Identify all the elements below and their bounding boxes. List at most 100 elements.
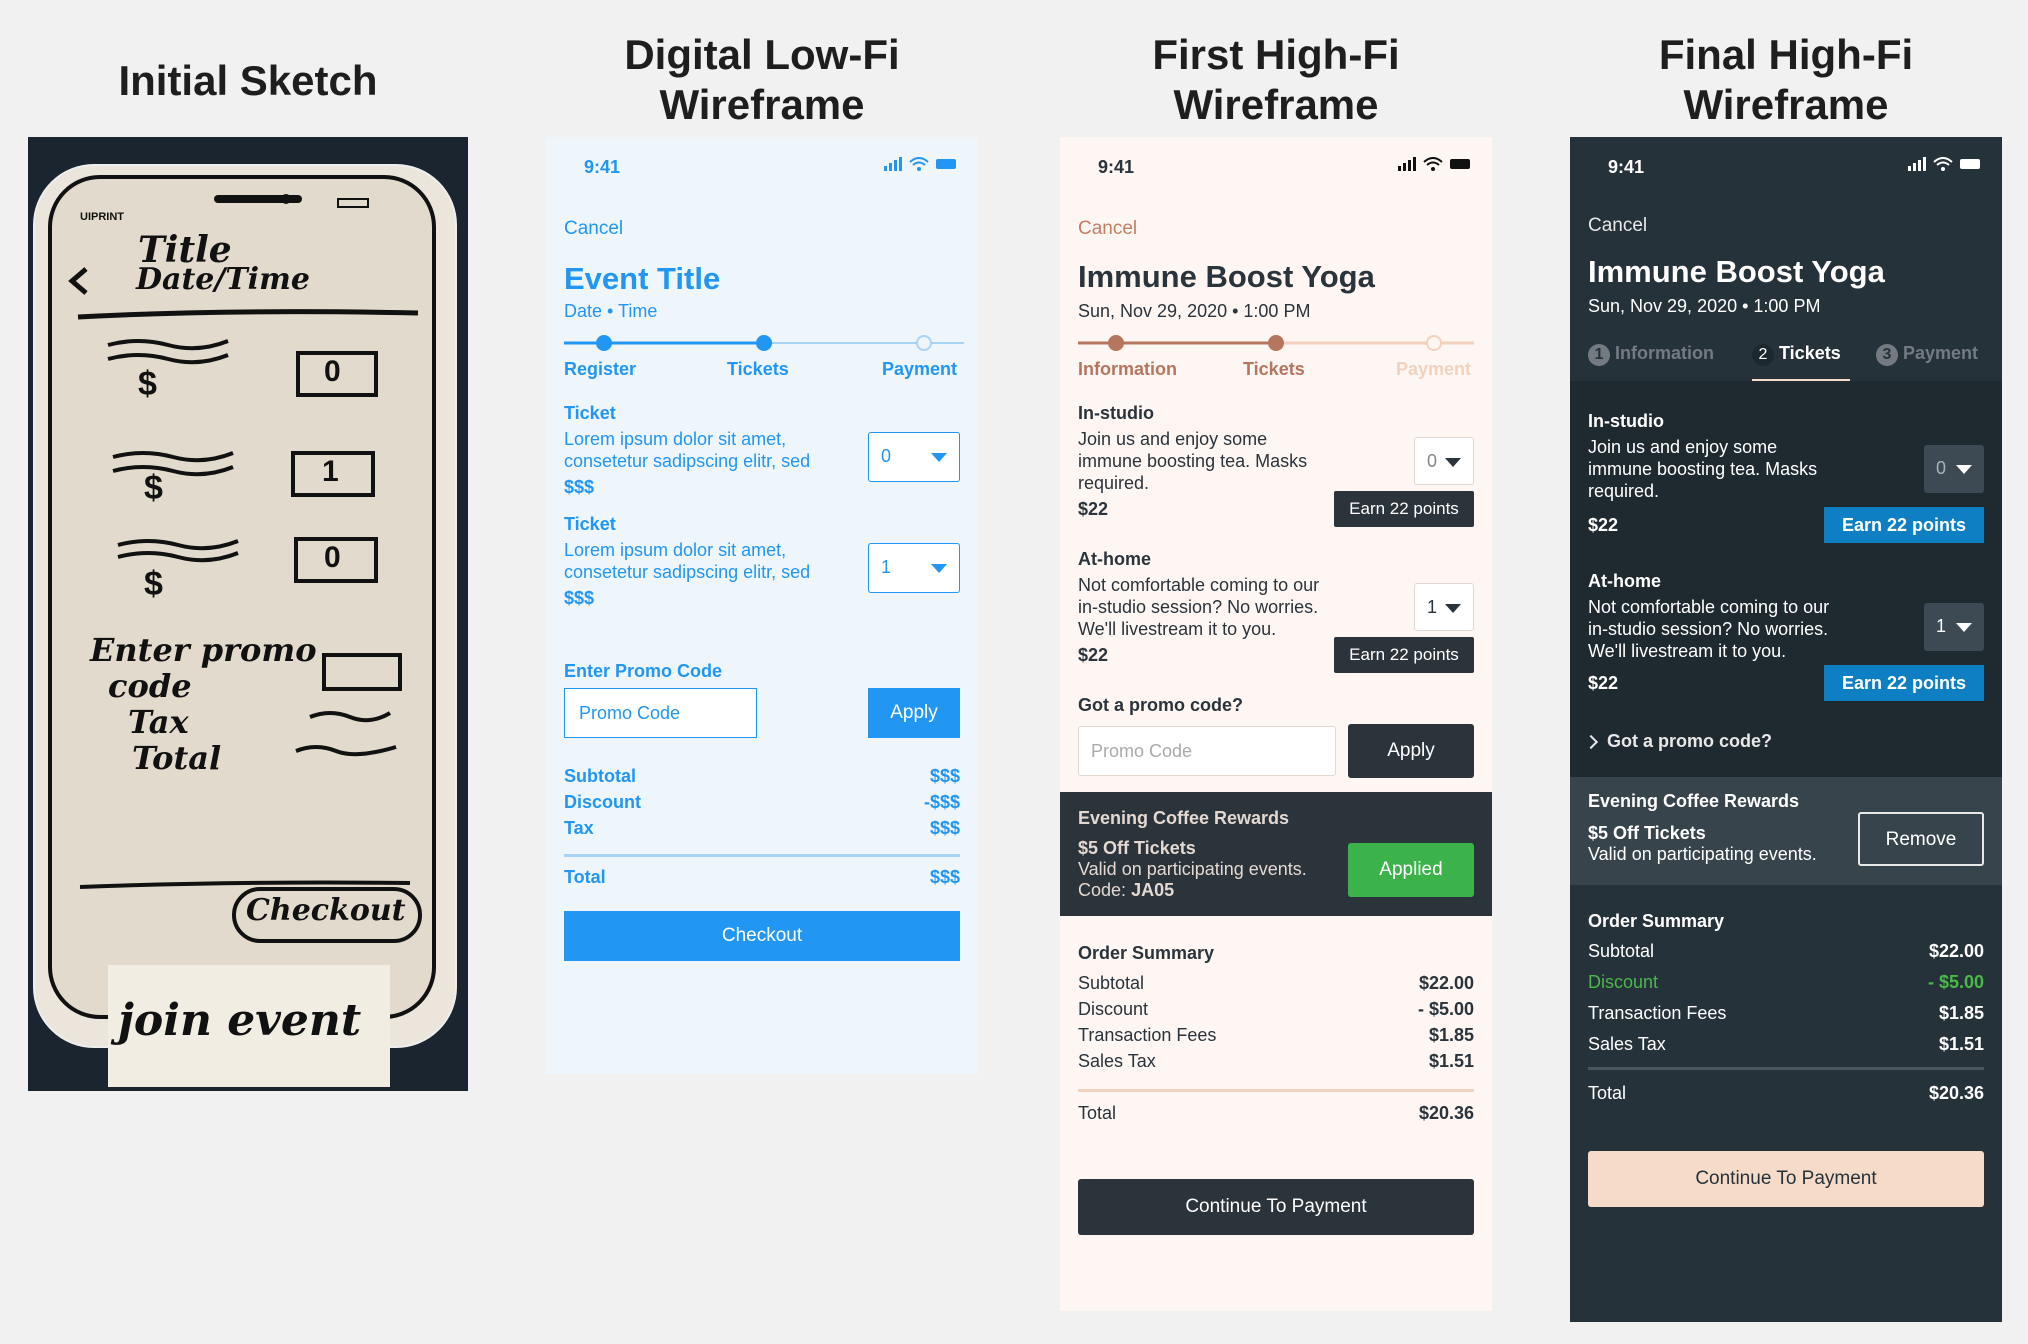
ticket-2-quantity-select[interactable]: 1 bbox=[1414, 583, 1474, 631]
initial-sketch-photo: UIPRINT Title Date/Time $ 0 $ 1 $ 0 Ente… bbox=[28, 137, 468, 1091]
reward-code-value: JA05 bbox=[1131, 880, 1175, 900]
ticket-2-points-badge: Earn 22 points bbox=[1824, 665, 1984, 701]
ticket-2-desc-3: We'll livestream it to you. bbox=[1588, 641, 1787, 661]
promo-input[interactable]: Promo Code bbox=[564, 688, 757, 738]
apply-button[interactable]: Apply bbox=[868, 688, 960, 738]
status-icons bbox=[1398, 157, 1472, 171]
heading-lofi: Digital Low-Fi Wireframe bbox=[546, 30, 978, 130]
ticket-1-price: $22 bbox=[1078, 499, 1109, 519]
promo-input-placeholder: Promo Code bbox=[1091, 741, 1193, 761]
promo-toggle[interactable]: Got a promo code? bbox=[1583, 731, 1772, 752]
sketch-price-2: $ bbox=[144, 469, 163, 507]
total-label: Total bbox=[1588, 1083, 1627, 1103]
tab-label: Information bbox=[1615, 343, 1715, 363]
step-register[interactable]: Register bbox=[564, 359, 636, 380]
ticket-1-desc-3: required. bbox=[1078, 473, 1150, 493]
step-payment[interactable]: Payment bbox=[1396, 359, 1471, 380]
continue-to-payment-button[interactable]: Continue To Payment bbox=[1078, 1179, 1474, 1235]
order-summary: Subtotal $22.00 Discount - $5.00 Transacti… bbox=[1078, 973, 1474, 1079]
page-subtitle: Date • Time bbox=[564, 301, 658, 321]
sketch-price-3: $ bbox=[144, 565, 163, 603]
step-tickets[interactable]: Tickets bbox=[727, 359, 789, 380]
signal-wifi-battery-icon bbox=[1908, 157, 1980, 171]
summary-row: Sales Tax $1.51 bbox=[1078, 1051, 1474, 1077]
total-label: Total bbox=[564, 867, 606, 887]
cancel-link[interactable]: Cancel bbox=[1078, 218, 1137, 240]
summary-label: Subtotal bbox=[564, 766, 636, 786]
ticket-1-name: Ticket bbox=[564, 403, 616, 423]
tab-tickets[interactable]: 2 Tickets bbox=[1752, 343, 1841, 373]
sketch-datetime: Date/Time bbox=[136, 262, 310, 297]
cancel-link[interactable]: Cancel bbox=[564, 218, 623, 240]
ticket-2-name: At-home bbox=[1078, 549, 1151, 569]
applied-button[interactable]: Applied bbox=[1348, 843, 1474, 897]
ticket-1-name: In-studio bbox=[1588, 411, 1664, 431]
ticket-1-quantity-value: 0 bbox=[1936, 458, 1947, 478]
summary-value: $1.51 bbox=[1428, 1051, 1474, 1071]
summary-divider bbox=[1078, 1089, 1474, 1092]
heading-hifi1-line2: Wireframe bbox=[1173, 81, 1379, 128]
summary-value: $1.85 bbox=[1428, 1025, 1474, 1045]
reward-title: Evening Coffee Rewards bbox=[1588, 791, 1800, 811]
chevron-down-icon bbox=[1445, 458, 1461, 467]
page-subtitle: Sun, Nov 29, 2020 • 1:00 PM bbox=[1078, 301, 1311, 321]
ticket-1-quantity-select[interactable]: 0 bbox=[1924, 445, 1984, 493]
step-information[interactable]: Information bbox=[1078, 359, 1177, 380]
summary-value: - $5.00 bbox=[1417, 999, 1474, 1019]
remove-button[interactable]: Remove bbox=[1858, 812, 1984, 866]
summary-value: $22.00 bbox=[1928, 941, 1984, 961]
heading-hifi1: First High-Fi Wireframe bbox=[1060, 30, 1492, 130]
order-summary-title: Order Summary bbox=[1588, 911, 1725, 931]
sketch-qty-1: 0 bbox=[324, 355, 341, 388]
sketch-promo-line1: Enter promo bbox=[90, 631, 317, 669]
ticket-2-quantity-value: 1 bbox=[1936, 616, 1947, 636]
status-icons bbox=[1908, 157, 1982, 171]
promo-label: Got a promo code? bbox=[1078, 695, 1244, 715]
promo-label: Enter Promo Code bbox=[564, 661, 723, 681]
ticket-2-quantity-select[interactable]: 1 bbox=[1924, 603, 1984, 651]
tab-payment[interactable]: 3 Payment bbox=[1876, 343, 1978, 373]
hifi1-screen: 9:41 Cancel Immune Boost Yoga Sun, Nov 2… bbox=[1060, 137, 1492, 1311]
ticket-1-quantity-select[interactable]: 0 bbox=[1414, 437, 1474, 485]
ticket-2-points-badge: Earn 22 points bbox=[1334, 637, 1474, 673]
ticket-2-desc-2: consetetur sadipscing elitr, sed bbox=[564, 562, 811, 582]
tab-label: Tickets bbox=[1779, 343, 1841, 363]
step-number-badge: 1 bbox=[1588, 344, 1610, 366]
ticket-1-points-badge: Earn 22 points bbox=[1824, 507, 1984, 543]
hifi2-status-bar: 9:41 bbox=[1570, 137, 2002, 197]
summary-value: -$$$ bbox=[923, 792, 960, 812]
total-row: Total $20.36 bbox=[1078, 1103, 1474, 1129]
cancel-link[interactable]: Cancel bbox=[1588, 215, 1647, 237]
ticket-1-price: $$$ bbox=[564, 477, 595, 497]
status-time: 9:41 bbox=[1608, 157, 1645, 177]
reward-banner: Evening Coffee Rewards $5 Off Tickets Va… bbox=[1060, 792, 1492, 916]
summary-label: Discount bbox=[1078, 999, 1149, 1019]
reward-code-label: Code: bbox=[1078, 880, 1127, 900]
ticket-2-price: $22 bbox=[1588, 673, 1619, 693]
ticket-2-quantity-value: 1 bbox=[881, 557, 892, 577]
step-payment[interactable]: Payment bbox=[882, 359, 957, 380]
summary-label: Tax bbox=[564, 818, 594, 838]
tab-information[interactable]: 1 Information bbox=[1588, 343, 1714, 373]
ticket-1-desc-1: Join us and enjoy some bbox=[1078, 429, 1268, 449]
ticket-1-quantity-select[interactable]: 0 bbox=[868, 432, 960, 482]
checkout-button[interactable]: Checkout bbox=[564, 911, 960, 961]
chevron-right-icon bbox=[1583, 734, 1599, 750]
step-tickets[interactable]: Tickets bbox=[1243, 359, 1305, 380]
summary-value: $22.00 bbox=[1418, 973, 1474, 993]
summary-label: Sales Tax bbox=[1078, 1051, 1156, 1071]
reward-banner: Evening Coffee Rewards $5 Off Tickets Va… bbox=[1570, 777, 2002, 885]
ticket-2-quantity-select[interactable]: 1 bbox=[868, 543, 960, 593]
page-title: Event Title bbox=[564, 261, 721, 296]
chevron-down-icon bbox=[1956, 623, 1972, 632]
heading-hifi2: Final High-Fi Wireframe bbox=[1570, 30, 2002, 130]
ticket-1-desc-3: required. bbox=[1588, 481, 1660, 501]
summary-value: - $5.00 bbox=[1927, 972, 1984, 992]
total-value: $20.36 bbox=[1928, 1083, 1984, 1103]
apply-button[interactable]: Apply bbox=[1348, 724, 1474, 778]
ticket-2-desc-1: Not comfortable coming to our bbox=[1588, 597, 1830, 617]
summary-value: $$$ bbox=[929, 818, 960, 838]
promo-input[interactable]: Promo Code bbox=[1078, 726, 1336, 776]
reward-offer: $5 Off Tickets bbox=[1588, 823, 1706, 843]
continue-to-payment-button[interactable]: Continue To Payment bbox=[1588, 1151, 1984, 1207]
